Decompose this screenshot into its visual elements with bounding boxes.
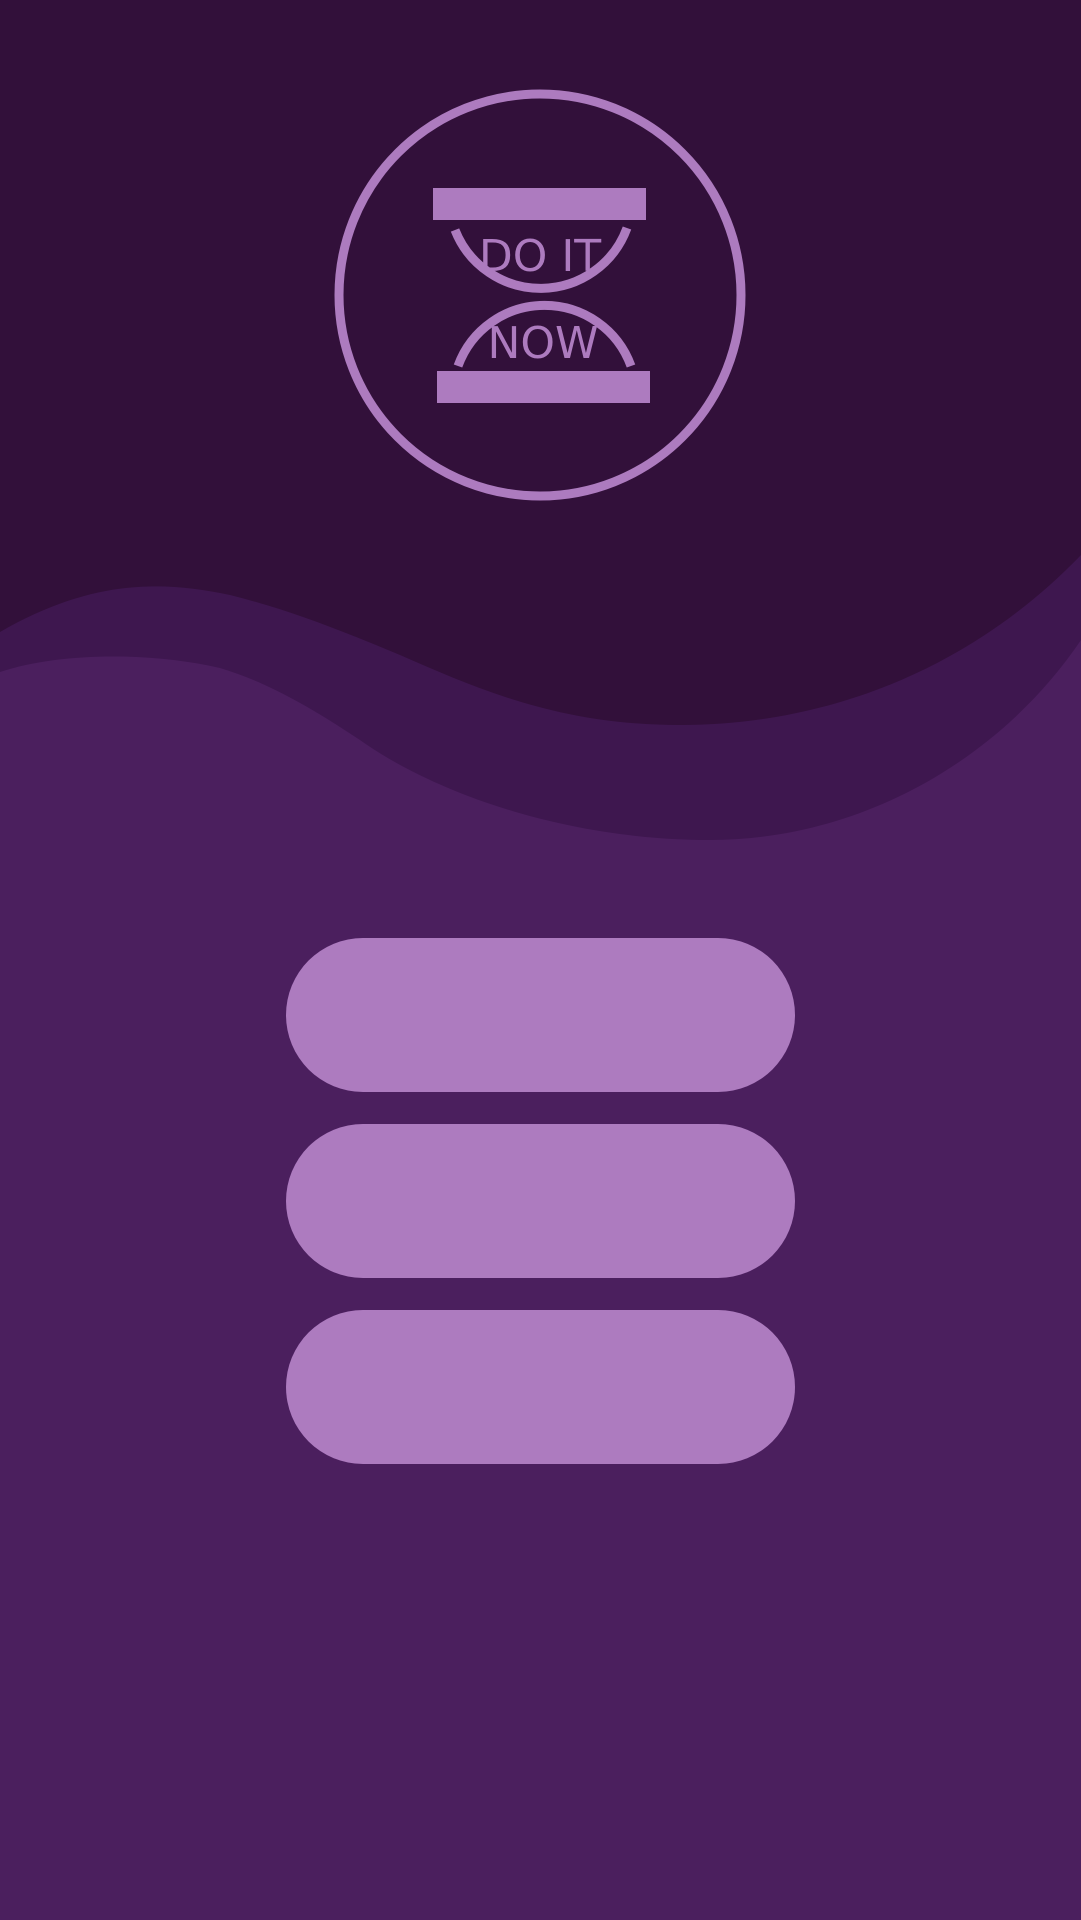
- hourglass-icon: [433, 188, 650, 403]
- logo-text-line2: NOW: [487, 318, 598, 369]
- logo-ring: [334, 89, 746, 501]
- menu-button-2[interactable]: [286, 1124, 795, 1278]
- do-it-now-logo: DO IT NOW: [334, 89, 746, 501]
- menu-button-3[interactable]: [286, 1310, 795, 1464]
- menu-button-1[interactable]: [286, 938, 795, 1092]
- splash-screen: DO IT NOW: [0, 0, 1081, 1920]
- logo-text-line1: DO IT: [479, 231, 601, 282]
